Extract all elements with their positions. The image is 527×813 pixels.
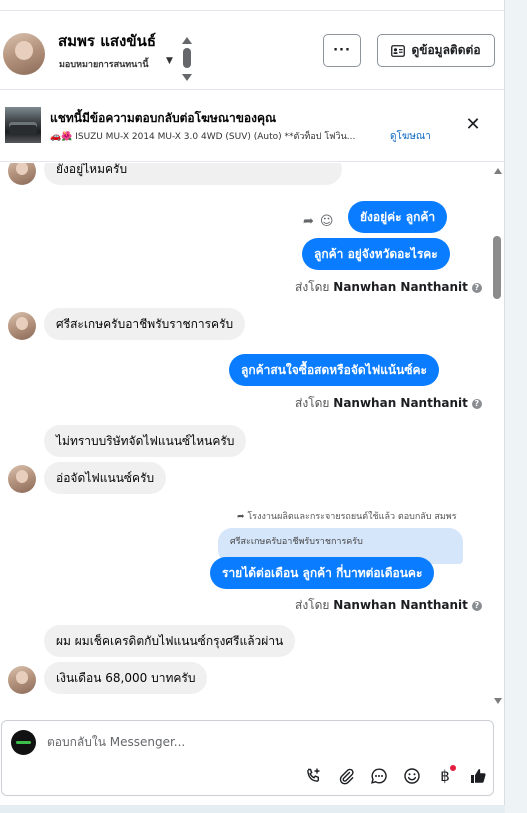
sent-by-label: ส่งโดย Nanwhan Nanthanit?	[295, 596, 482, 615]
scrollbar-thumb[interactable]	[493, 236, 501, 299]
incoming-message[interactable]: ผม ผมเช็คเครดิตกับไฟแนนซ์กรุงศรีแล้วผ่าน	[44, 625, 296, 657]
incoming-message[interactable]: ศรีสะเกษครับอาชีพรับราชการครับ	[44, 308, 246, 340]
scroll-down-icon[interactable]	[494, 698, 502, 704]
incoming-message[interactable]: เงินเดือน 68,000 บาทครับ	[44, 662, 208, 694]
scroll-up-icon[interactable]	[494, 168, 502, 174]
chevron-down-icon[interactable]: ▼	[166, 56, 173, 66]
emoji-icon[interactable]	[401, 765, 423, 787]
scroll-thumb[interactable]	[183, 48, 191, 68]
customer-avatar	[8, 666, 36, 694]
message-scrollbar[interactable]	[491, 163, 505, 708]
reply-context-note: ➦ โรงงานผลิตและกระจายรถยนต์ใช้แล้ว ตอบกล…	[237, 509, 457, 523]
sent-by-prefix: ส่งโดย	[295, 396, 330, 410]
reply-context-text: โรงงานผลิตและกระจายรถยนต์ใช้แล้ว ตอบกลับ…	[247, 512, 457, 522]
outgoing-message[interactable]: ลูกค้าสนใจซื้อสดหรือจัดไฟแน้นซ์คะ	[229, 354, 439, 386]
info-icon[interactable]: ?	[471, 283, 482, 293]
info-icon[interactable]: ?	[471, 399, 482, 409]
incoming-message[interactable]: ไม่ทราบบริษัทจัดไฟแนนซ์ไหนครับ	[44, 425, 247, 457]
ad-description: 🚗🌺 ISUZU MU-X 2014 MU-X 3.0 4WD (SUV) (A…	[50, 132, 356, 142]
view-contact-info-button[interactable]: ดูข้อมูลติดต่อ	[377, 34, 495, 67]
customer-avatar	[8, 163, 36, 185]
view-ad-link[interactable]: ดูโฆษณา	[390, 129, 431, 144]
customer-avatar	[8, 465, 36, 493]
header-scroll-control[interactable]	[181, 37, 193, 83]
message-thread[interactable]: ยังอยู่ไหมครับ ➦ ☺ ยังอยู่ค่ะ ลูกค้า ลูก…	[0, 163, 505, 713]
conversation-panel: สมพร แสงขันธ์ มอบหมายการสนทนานี้ ▼ ··· ด…	[0, 0, 505, 805]
sent-by-prefix: ส่งโดย	[295, 280, 330, 294]
incoming-message[interactable]: ยังอยู่ไหมครับ	[44, 163, 342, 185]
attachment-icon[interactable]	[335, 765, 357, 787]
emoji-icon[interactable]: ☺	[320, 214, 334, 229]
contact-card-icon	[391, 44, 406, 57]
info-icon[interactable]: ?	[471, 601, 482, 611]
sent-by-prefix: ส่งโดย	[295, 598, 330, 612]
ad-banner-title: แชทนี้มีข้อความตอบกลับต่อโฆษณาของคุณ	[50, 111, 277, 125]
reply-composer: ฿	[1, 720, 494, 796]
outgoing-message[interactable]: ยังอยู่ค่ะ ลูกค้า	[348, 201, 448, 233]
close-icon[interactable]: ✕	[462, 114, 484, 136]
customer-avatar	[8, 312, 36, 340]
message-actions: ➦ ☺	[303, 214, 333, 229]
incoming-message[interactable]: อ่อจัดไฟแนนซ์ครับ	[44, 462, 167, 494]
sent-by-label: ส่งโดย Nanwhan Nanthanit?	[295, 278, 482, 297]
scroll-down-icon[interactable]	[182, 74, 192, 81]
customer-name[interactable]: สมพร แสงขันธ์	[58, 29, 156, 53]
outgoing-message[interactable]: รายได้ต่อเดือน ลูกค้า กี่บาทต่อเดือนคะ	[210, 557, 435, 589]
customer-avatar[interactable]	[3, 33, 45, 75]
scroll-up-icon[interactable]	[182, 37, 192, 44]
sent-by-label: ส่งโดย Nanwhan Nanthanit?	[295, 394, 482, 413]
composer-toolbar: ฿	[302, 765, 489, 787]
chat-icon[interactable]	[368, 765, 390, 787]
window-edge	[505, 0, 527, 813]
ad-reply-banner: แชทนี้มีข้อความตอบกลับต่อโฆษณาของคุณ 🚗🌺 …	[0, 92, 505, 162]
reply-icon[interactable]: ➦	[303, 214, 314, 229]
agent-name: Nanwhan Nanthanit	[333, 280, 468, 294]
add-call-icon[interactable]	[302, 765, 324, 787]
more-options-button[interactable]: ···	[323, 34, 361, 67]
reply-icon: ➦	[237, 512, 245, 522]
page-avatar	[11, 730, 36, 755]
reply-input[interactable]	[47, 735, 447, 749]
outgoing-message[interactable]: ลูกค้า อยู่จังหวัดอะไรคะ	[302, 238, 450, 270]
conversation-header: สมพร แสงขันธ์ มอบหมายการสนทนานี้ ▼ ··· ด…	[0, 10, 505, 90]
baht-icon[interactable]: ฿	[434, 765, 456, 787]
ad-thumbnail	[5, 107, 41, 143]
assign-conversation-label[interactable]: มอบหมายการสนทนานี้	[59, 57, 149, 71]
agent-name: Nanwhan Nanthanit	[333, 396, 468, 410]
agent-name: Nanwhan Nanthanit	[333, 598, 468, 612]
notification-dot	[450, 765, 456, 771]
contact-info-label: ดูข้อมูลติดต่อ	[411, 43, 481, 57]
thumbs-up-icon[interactable]	[467, 765, 489, 787]
